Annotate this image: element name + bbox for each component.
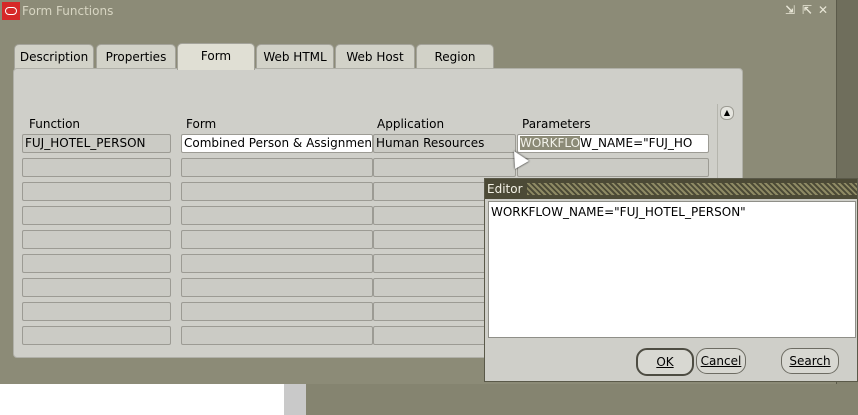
tab-label: Region [434, 50, 476, 64]
column-header-function: Function [29, 117, 81, 131]
editor-textarea[interactable]: WORKFLOW_NAME="FUJ_HOTEL_PERSON" [488, 201, 856, 338]
tab-form[interactable]: Form [177, 43, 255, 70]
parameters-field[interactable] [517, 158, 709, 177]
maximize-icon[interactable]: ⇱ [802, 3, 812, 17]
form-field[interactable] [181, 254, 373, 273]
search-button-label: Search [789, 354, 831, 368]
ok-button[interactable]: OK [636, 348, 694, 376]
function-field[interactable] [22, 278, 171, 297]
function-field[interactable] [22, 230, 171, 249]
form-field[interactable]: Combined Person & Assignment [181, 134, 373, 153]
application-field[interactable]: Human Resources [373, 134, 516, 153]
parameters-unselected-text: W_NAME="FUJ_HO [580, 136, 693, 150]
form-field[interactable] [181, 302, 373, 321]
parameters-field[interactable]: WORKFLOW_NAME="FUJ_HO [517, 134, 709, 153]
minimize-icon[interactable]: ⇲ [785, 3, 795, 17]
column-header-application: Application [377, 117, 445, 131]
form-field[interactable] [181, 182, 373, 201]
tab-description[interactable]: Description [14, 44, 94, 69]
window-title: Form Functions [22, 4, 114, 18]
function-field[interactable] [22, 158, 171, 177]
cancel-button-label: Cancel [700, 354, 742, 368]
form-field[interactable] [181, 206, 373, 225]
tab-region[interactable]: Region [416, 44, 494, 69]
function-field[interactable] [22, 326, 171, 345]
tab-label: Web Host [346, 50, 404, 64]
window-titlebar: Form Functions ⇲ ⇱ ✕ [0, 0, 836, 22]
scroll-up-icon[interactable]: ▲ [720, 106, 734, 120]
tab-label: Web HTML [263, 50, 327, 64]
editor-titlebar[interactable]: Editor [485, 179, 857, 199]
parameters-selected-text: WORKFLO [520, 136, 581, 150]
form-field[interactable] [181, 278, 373, 297]
form-field[interactable] [181, 326, 373, 345]
ok-button-label: OK [656, 355, 674, 369]
editor-titlebar-grip [527, 183, 857, 195]
tab-web-html[interactable]: Web HTML [256, 44, 334, 69]
column-header-form: Form [186, 117, 217, 131]
oracle-logo-icon [2, 2, 20, 20]
form-field[interactable] [181, 230, 373, 249]
tab-label: Properties [105, 50, 167, 64]
tab-web-host[interactable]: Web Host [335, 44, 415, 69]
tab-label: Description [19, 50, 89, 64]
function-field[interactable] [22, 182, 171, 201]
form-field[interactable] [181, 158, 373, 177]
function-field[interactable]: FUJ_HOTEL_PERSON [22, 134, 171, 153]
function-field[interactable] [22, 254, 171, 273]
function-field[interactable] [22, 302, 171, 321]
search-button[interactable]: Search [781, 348, 839, 374]
background-white-area [0, 384, 284, 415]
close-icon[interactable]: ✕ [818, 3, 828, 17]
cancel-button[interactable]: Cancel [696, 348, 746, 374]
background-dark-strip [836, 0, 858, 180]
tab-label: Form [200, 49, 232, 63]
column-header-parameters: Parameters [522, 117, 591, 131]
tab-properties[interactable]: Properties [96, 44, 176, 69]
editor-title: Editor [487, 182, 523, 196]
application-field[interactable] [373, 158, 516, 177]
function-field[interactable] [22, 206, 171, 225]
background-gray-strip [284, 384, 306, 415]
